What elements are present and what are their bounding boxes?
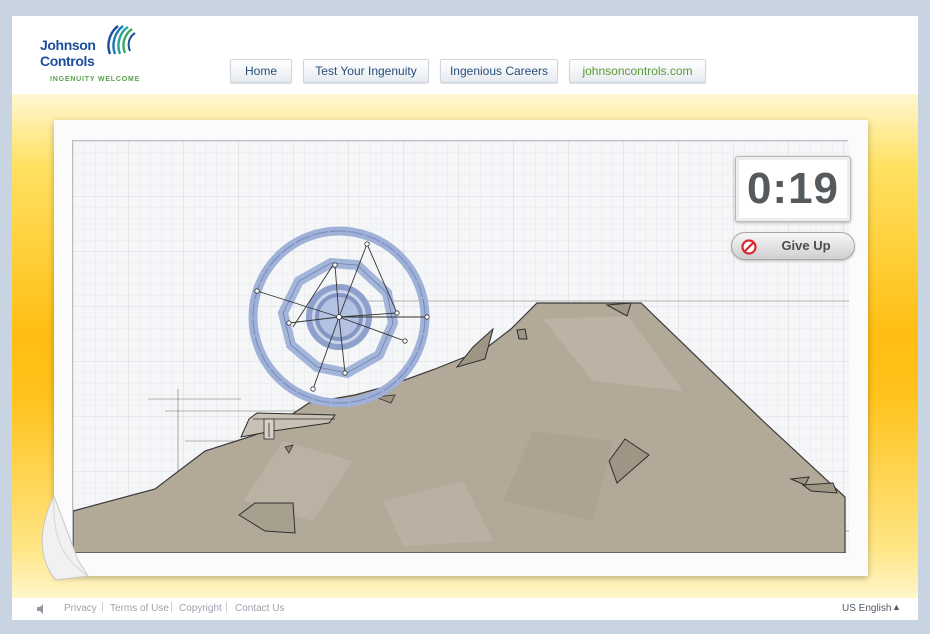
footer-separator: |: [170, 601, 173, 613]
nav-ingenious-careers-button[interactable]: Ingenious Careers: [440, 59, 558, 83]
nav-johnsoncontrols-link[interactable]: johnsoncontrols.com: [569, 59, 706, 83]
language-selector[interactable]: US English: [842, 603, 891, 614]
game-canvas[interactable]: 0:19 Give Up: [72, 140, 855, 553]
footer-separator: |: [101, 601, 104, 613]
game-stage: 0:19 Give Up: [12, 94, 918, 598]
logo-swirl-icon: [107, 25, 136, 55]
footer-link-contact[interactable]: Contact Us: [235, 603, 284, 614]
language-arrow-icon[interactable]: ▲: [892, 602, 901, 612]
sound-speaker-icon[interactable]: [36, 603, 48, 615]
prohibited-icon: [741, 239, 757, 255]
give-up-button[interactable]: Give Up: [731, 232, 855, 260]
footer-link-terms[interactable]: Terms of Use: [110, 603, 169, 614]
logo-name-line2: Controls: [40, 53, 95, 69]
blueprint-sheet: 0:19 Give Up: [41, 120, 868, 581]
logo-name-line1: Johnson: [40, 37, 96, 53]
footer-separator: |: [225, 601, 228, 613]
countdown-timer: 0:19: [735, 156, 851, 222]
footer-link-copyright[interactable]: Copyright: [179, 603, 222, 614]
site-footer: Privacy | Terms of Use | Copyright | Con…: [12, 598, 918, 620]
site-header: Johnson Controls INGENUITY WELCOME Home …: [12, 16, 918, 94]
give-up-label: Give Up: [781, 238, 831, 253]
site-frame: Johnson Controls INGENUITY WELCOME Home …: [12, 16, 918, 620]
page-curl-corner: [41, 494, 89, 581]
nav-test-your-ingenuity-button[interactable]: Test Your Ingenuity: [303, 59, 429, 83]
logo-tagline: INGENUITY WELCOME: [50, 76, 141, 83]
nav-home-button[interactable]: Home: [230, 59, 292, 83]
footer-link-privacy[interactable]: Privacy: [64, 603, 97, 614]
johnson-controls-logo[interactable]: Johnson Controls INGENUITY WELCOME: [38, 24, 178, 88]
